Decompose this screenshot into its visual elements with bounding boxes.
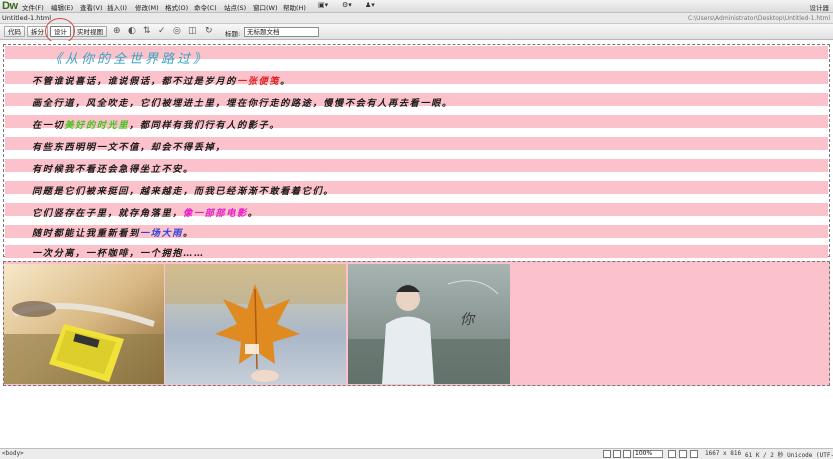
paragraph-7: 它们竖存在子里，就存角落里，像一部部电影。 (32, 208, 259, 219)
zoom-tool-icon[interactable] (623, 450, 631, 458)
page-title: 《从你的全世界路过》 (49, 52, 210, 67)
code-view-button[interactable]: 代码 (4, 26, 25, 37)
menu-command[interactable]: 命令(C) (194, 2, 217, 12)
menu-bar: Dw 文件(F) 编辑(E) 查看(V) 插入(I) 修改(M) 格式(O) 命… (0, 0, 833, 13)
paragraph-2: 画全行道，风全吹走，它们被埋进土里，埋在你行走的路途，慢慢不会有人再去看一眼。 (32, 98, 453, 109)
paragraph-9: 一次分离，一杯咖啡，一个拥抱…… (32, 248, 205, 259)
paragraph-6: 同题是它们被来挺回，越来越走，而我已经渐渐不敢看着它们。 (32, 186, 335, 197)
tag-selector[interactable]: <body> (2, 450, 24, 457)
mobile-size-icon[interactable] (668, 450, 676, 458)
photo-book[interactable] (4, 264, 164, 384)
hand-tool-icon[interactable] (613, 450, 621, 458)
paragraph-3: 在一切美好的时光里，都同样有我们行有人的影子。 (32, 120, 281, 131)
photo-leaf[interactable] (165, 264, 346, 384)
menu-site[interactable]: 站点(S) (224, 2, 246, 12)
layout-icon[interactable]: ▣▾ (318, 1, 328, 11)
refresh-icon[interactable]: ↻ (205, 26, 213, 37)
file-path: C:\Users\Administrator\Desktop\Untitled-… (687, 15, 830, 22)
w3c-validation-icon[interactable]: ✓ (158, 26, 166, 37)
workspace-switcher[interactable]: 设计器 (810, 2, 830, 12)
title-input[interactable]: 无标题文档 (244, 27, 319, 37)
document-tab[interactable]: Untitled-1.html (2, 14, 51, 22)
visual-aids-icon[interactable]: ◫ (188, 26, 197, 37)
paragraph-4: 有些东西明明一文不值，却会不得丢掉， (32, 142, 227, 153)
user-icon[interactable]: ♟▾ (365, 1, 375, 11)
design-view[interactable]: 《从你的全世界路过》 不管谁说喜话，谁说假话，都不过是岁月的一张便笺。 画全行道… (0, 41, 833, 448)
svg-text:你: 你 (460, 312, 476, 328)
paragraph-8: 随时都能让我重新看到一场大雨。 (32, 228, 194, 239)
paragraph-5: 有时候我不看还会急得坐立不安。 (32, 164, 194, 175)
paragraph-1: 不管谁说喜话，谁说假话，都不过是岁月的一张便笺。 (32, 76, 291, 87)
multiscreen-icon[interactable]: ⊕ (113, 26, 121, 37)
menu-edit[interactable]: 编辑(E) (51, 2, 73, 12)
zoom-select[interactable]: 100% (633, 450, 663, 458)
app-logo: Dw (2, 0, 18, 12)
menu-window[interactable]: 窗口(W) (253, 2, 278, 12)
file-management-icon[interactable]: ⇅ (143, 26, 151, 37)
menu-insert[interactable]: 插入(I) (107, 2, 127, 12)
gear-icon[interactable]: ⚙▾ (342, 1, 352, 11)
menu-file[interactable]: 文件(F) (22, 2, 44, 12)
download-size: 61 K / 2 秒 Unicode (UTF-8) (745, 452, 833, 459)
document-toolbar: 代码 拆分 设计 实时视图 ⊕ ◐ ⇅ ✓ ◎ ◫ ↻ 标题: 无标题文档 (0, 24, 833, 40)
photo-man[interactable]: 你 (348, 264, 510, 384)
menu-format[interactable]: 格式(O) (165, 2, 188, 12)
window-size: 1667 x 816 (705, 450, 742, 457)
document-tab-row: Untitled-1.html C:\Users\Administrator\D… (0, 13, 833, 24)
desktop-size-icon[interactable] (690, 450, 698, 458)
tablet-size-icon[interactable] (679, 450, 687, 458)
preview-icon[interactable]: ◐ (128, 26, 136, 37)
menu-view[interactable]: 查看(V) (80, 2, 103, 12)
menu-help[interactable]: 帮助(H) (283, 2, 306, 12)
live-view-button[interactable]: 实时视图 (73, 26, 107, 37)
status-bar: <body> 100% 1667 x 816 61 K / 2 秒 Unicod… (0, 448, 833, 459)
check-browser-icon[interactable]: ◎ (173, 26, 181, 37)
image-container: 你 (3, 261, 830, 386)
text-container: 《从你的全世界路过》 不管谁说喜话，谁说假话，都不过是岁月的一张便笺。 画全行道… (3, 44, 830, 259)
title-label: 标题: (225, 30, 241, 38)
select-tool-icon[interactable] (603, 450, 611, 458)
menu-modify[interactable]: 修改(M) (135, 2, 159, 12)
